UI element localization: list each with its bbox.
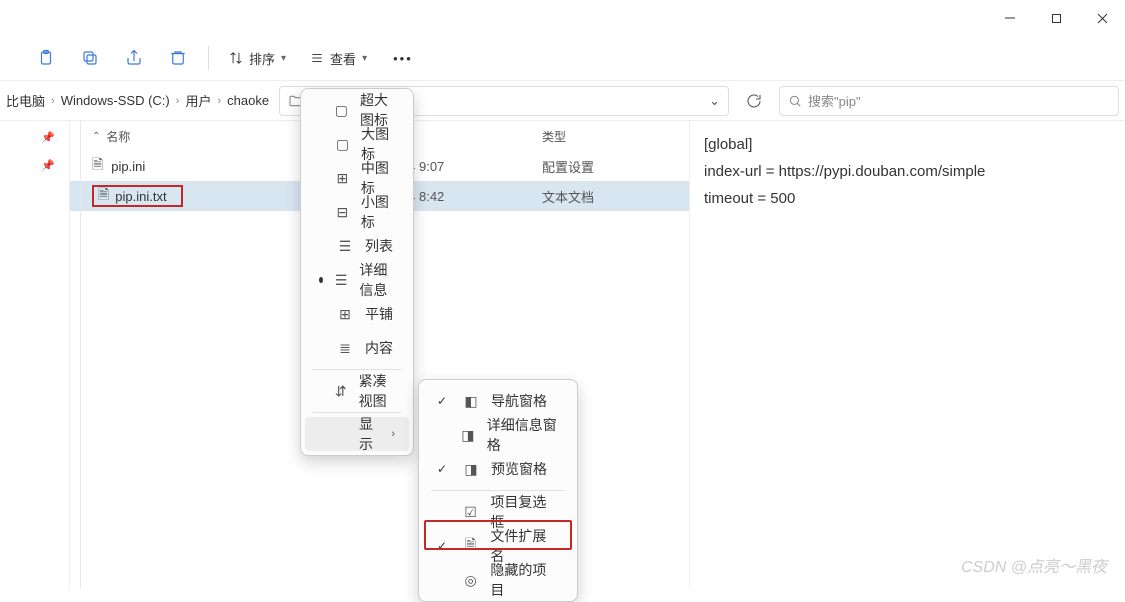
- chevron-right-icon: ›: [176, 95, 180, 107]
- navigation-pane: 📌 📌: [0, 121, 70, 589]
- details-icon: ☰: [335, 272, 348, 288]
- menu-item-content[interactable]: ≣内容: [305, 331, 409, 365]
- address-row: 比电脑› Windows-SSD (C:)› 用户› chaoke pip ⌄ …: [0, 80, 1125, 120]
- pin-icon[interactable]: 📌: [0, 159, 69, 187]
- menu-item-small-icons[interactable]: ⊟小图标: [305, 195, 409, 229]
- menu-item-navigation-pane[interactable]: ✓◧导航窗格: [423, 384, 573, 418]
- breadcrumb-segment[interactable]: 用户: [185, 91, 211, 110]
- content-icon: ≣: [337, 340, 353, 356]
- menu-separator: [431, 490, 565, 491]
- chevron-right-icon: ›: [51, 95, 55, 107]
- preview-line: timeout = 500: [704, 185, 1111, 212]
- toolbar-separator: [208, 46, 209, 70]
- view-label: 查看: [330, 49, 356, 68]
- menu-separator: [313, 412, 401, 413]
- close-button[interactable]: [1079, 0, 1125, 36]
- menu-item-show[interactable]: 显示›: [305, 417, 409, 451]
- col-name[interactable]: 名称: [106, 128, 130, 145]
- maximize-button[interactable]: [1033, 0, 1079, 36]
- sort-dropdown[interactable]: 排序 ▾: [221, 40, 294, 76]
- breadcrumb[interactable]: 比电脑 › Windows-SSD (C:) › 用户 › chaoke: [6, 91, 269, 110]
- menu-item-details[interactable]: ☰详细信息: [305, 263, 409, 297]
- chevron-down-icon: ▾: [362, 53, 367, 64]
- checkbox-icon: ☑: [463, 504, 479, 520]
- menu-item-large-icons[interactable]: ▢大图标: [305, 127, 409, 161]
- square-icon: ▢: [336, 136, 349, 152]
- file-name: pip.ini: [111, 159, 145, 174]
- menu-item-tiles[interactable]: ⊞平铺: [305, 297, 409, 331]
- panel-right-icon: ◨: [463, 461, 479, 477]
- refresh-button[interactable]: [739, 86, 769, 116]
- compact-icon: ⇵: [335, 383, 347, 399]
- show-context-menu[interactable]: ✓◧导航窗格 ✓◨详细信息窗格 ✓◨预览窗格 ✓☑项目复选框 ✓🗎文件扩展名 ✓…: [418, 379, 578, 602]
- file-icon: 🗎: [98, 184, 109, 208]
- delete-button[interactable]: [160, 40, 196, 76]
- tiles-icon: ⊞: [337, 306, 353, 322]
- breadcrumb-segment[interactable]: chaoke: [227, 93, 269, 108]
- file-name: pip.ini.txt: [115, 189, 166, 204]
- command-toolbar: 排序 ▾ 查看 ▾ •••: [0, 36, 1125, 80]
- preview-line: [global]: [704, 131, 1111, 158]
- expand-icon[interactable]: ⌃: [92, 131, 100, 142]
- check-icon: ✓: [437, 462, 451, 476]
- menu-item-medium-icons[interactable]: ⊞中图标: [305, 161, 409, 195]
- eye-icon: ◎: [463, 572, 479, 588]
- view-context-menu[interactable]: ▢超大图标 ▢大图标 ⊞中图标 ⊟小图标 ☰列表 ☰详细信息 ⊞平铺 ≣内容 ⇵…: [300, 88, 414, 456]
- file-type: 配置设置: [542, 157, 662, 176]
- watermark: CSDN @点亮～黑夜: [961, 553, 1107, 577]
- copy-button[interactable]: [72, 40, 108, 76]
- sort-icon: [229, 51, 243, 65]
- grid-icon: ⊞: [336, 170, 349, 186]
- list-icon: ☰: [337, 238, 353, 254]
- square-icon: ▢: [335, 102, 348, 118]
- more-button[interactable]: •••: [383, 40, 423, 76]
- search-input[interactable]: 搜索"pip": [779, 86, 1119, 116]
- pin-icon[interactable]: 📌: [0, 131, 69, 159]
- menu-item-list[interactable]: ☰列表: [305, 229, 409, 263]
- menu-separator: [313, 369, 401, 370]
- preview-line: index-url = https://pypi.douban.com/simp…: [704, 158, 1111, 185]
- menu-item-extra-large-icons[interactable]: ▢超大图标: [305, 93, 409, 127]
- search-placeholder: 搜索"pip": [808, 91, 861, 110]
- menu-item-details-pane[interactable]: ✓◨详细信息窗格: [423, 418, 573, 452]
- menu-item-compact-view[interactable]: ⇵紧凑视图: [305, 374, 409, 408]
- panel-left-icon: ◧: [463, 393, 479, 409]
- check-icon: ✓: [437, 394, 451, 408]
- minimize-button[interactable]: [987, 0, 1033, 36]
- share-button[interactable]: [116, 40, 152, 76]
- window-titlebar: [0, 0, 1125, 36]
- grid-icon: ⊟: [336, 204, 349, 220]
- col-type[interactable]: 类型: [542, 128, 662, 145]
- chevron-down-icon[interactable]: ⌄: [709, 93, 720, 109]
- menu-item-preview-pane[interactable]: ✓◨预览窗格: [423, 452, 573, 486]
- search-icon: [788, 94, 802, 108]
- breadcrumb-segment[interactable]: 比电脑: [6, 91, 45, 110]
- paste-button[interactable]: [28, 40, 64, 76]
- sort-label: 排序: [249, 49, 275, 68]
- chevron-right-icon: ›: [217, 95, 221, 107]
- panel-right-icon: ◨: [461, 427, 475, 443]
- file-icon: 🗎: [92, 154, 103, 178]
- menu-item-hidden-items[interactable]: ✓◎隐藏的项目: [423, 563, 573, 597]
- preview-pane: [global] index-url = https://pypi.douban…: [690, 121, 1125, 589]
- breadcrumb-segment[interactable]: Windows-SSD (C:): [61, 93, 170, 108]
- file-type: 文本文档: [542, 187, 662, 206]
- chevron-right-icon: ›: [391, 428, 395, 440]
- highlight-box: [424, 520, 572, 550]
- list-icon: [310, 51, 324, 65]
- chevron-down-icon: ▾: [281, 53, 286, 64]
- view-dropdown[interactable]: 查看 ▾: [302, 40, 375, 76]
- highlight-box: 🗎 pip.ini.txt: [92, 185, 183, 207]
